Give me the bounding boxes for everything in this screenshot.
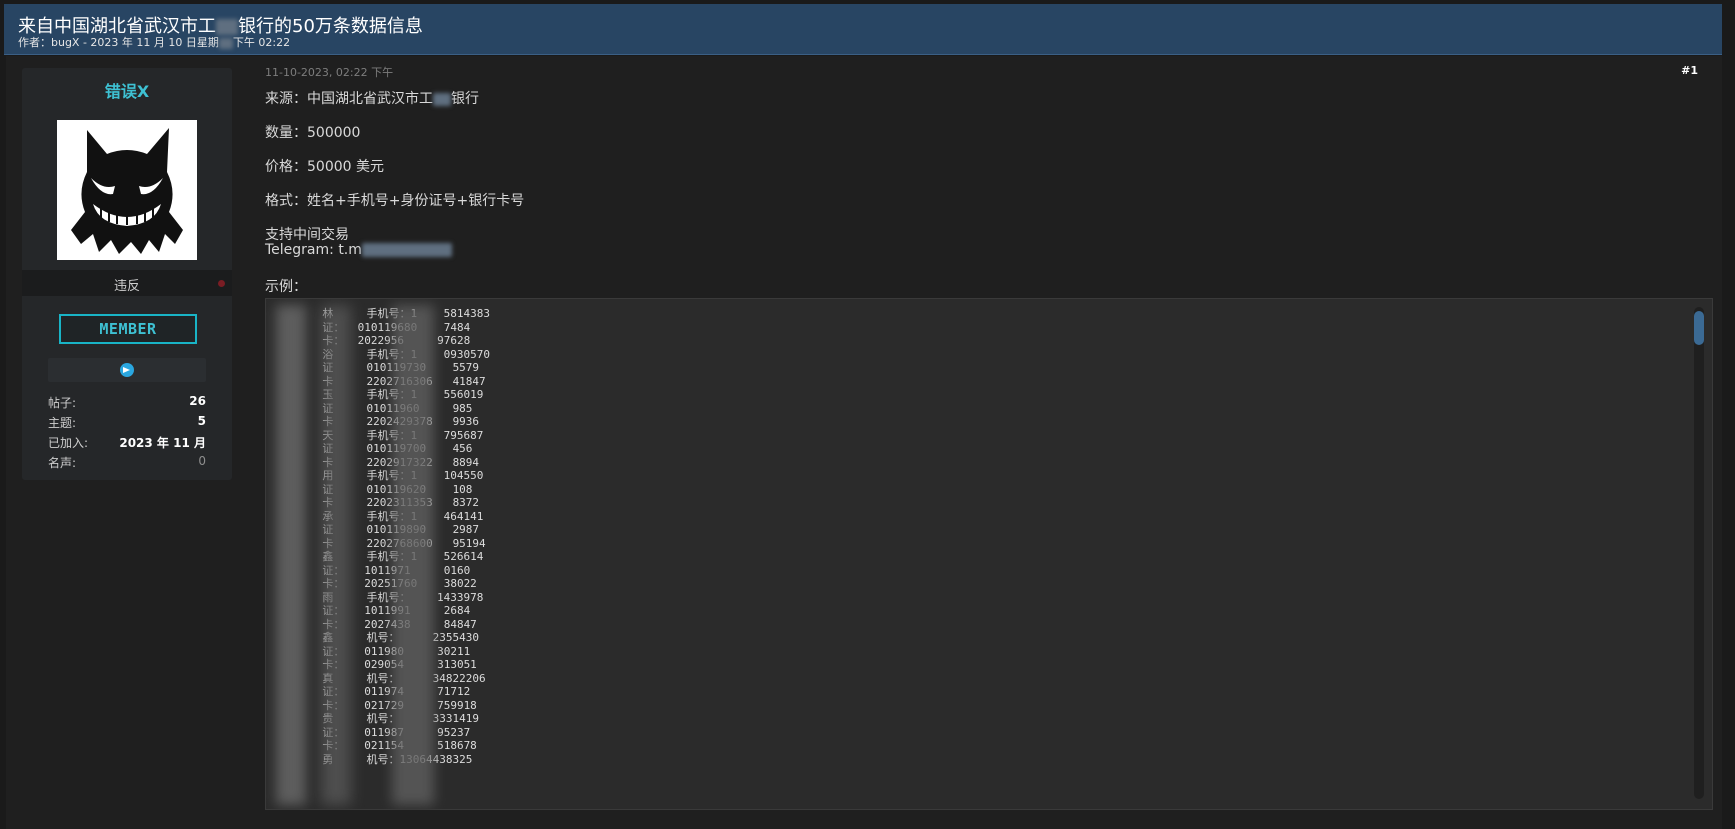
code-line: 浴 手机号：1 0930570	[276, 347, 490, 361]
username-link[interactable]: 错误X	[22, 78, 232, 102]
stat-posts: 帖子: 26	[48, 394, 206, 410]
code-line: 证 010119700 456	[276, 442, 473, 455]
code-line: 证： 011974 71712	[276, 685, 471, 698]
redaction-blur	[321, 305, 351, 805]
code-content: 林 手机号：1 5814383 证： 010119680 7484 卡： 202…	[276, 307, 490, 766]
user-card: 错误X 违反 MEMBER 帖子: 26 主题: 5 已加入: 2023 年 1…	[22, 68, 232, 480]
member-badge: MEMBER	[59, 314, 197, 344]
code-line: 证： 011980 30211	[276, 644, 471, 658]
code-line: 卡： 2027438 84847	[276, 617, 477, 631]
code-block[interactable]: 林 手机号：1 5814383 证： 010119680 7484 卡： 202…	[265, 298, 1713, 810]
code-line: 真 机号： 34822206	[276, 671, 486, 685]
redaction-blur	[218, 37, 233, 49]
code-line: 证： 1011971 0160	[276, 563, 471, 577]
post-example-label: 示例：	[265, 279, 307, 295]
redaction-blur	[216, 19, 238, 35]
code-line: 证 010119620 108	[276, 482, 473, 496]
code-line: 证 010119890 2987	[276, 523, 480, 536]
code-line: 玉 手机号：1 556019	[276, 388, 484, 401]
code-line: 天 手机号：1 795687	[276, 428, 484, 442]
post-quantity: 数量：500000	[265, 125, 361, 141]
stat-reputation: 名声: 0	[48, 454, 206, 470]
code-line: 用 手机号：1 104550	[276, 469, 484, 482]
code-line: 林 手机号：1 5814383	[276, 307, 490, 320]
post-price: 价格：50000 美元	[265, 159, 384, 175]
offline-status-icon	[218, 280, 225, 287]
code-line: 承 手机号：1 464141	[276, 509, 484, 523]
code-line: 证 010119730 5579	[276, 361, 480, 374]
code-line: 卡 2202716306 41847	[276, 374, 486, 388]
code-line: 卡 2202917322 8894	[276, 455, 480, 469]
code-line: 证： 010119680 7484	[276, 320, 471, 334]
post-date: 11-10-2023, 02:22 下午	[265, 66, 394, 79]
thread-header: 来自中国湖北省武汉市工 银行的50万条数据信息 作者：bugX - 2023 年 …	[4, 4, 1722, 55]
redaction-blur	[433, 92, 451, 106]
telegram-icon[interactable]	[120, 363, 134, 377]
code-line: 贵 机号： 3331419	[276, 712, 479, 725]
post-permalink[interactable]: #1	[1681, 64, 1698, 77]
code-line: 勇 机号：13064438325	[276, 752, 473, 766]
code-line: 鑫 手机号：1 526614	[276, 550, 484, 563]
post-telegram: Telegram: t.m	[265, 242, 452, 258]
code-line: 卡 2202768600 95194	[276, 536, 486, 550]
code-line: 鑫 机号： 2355430	[276, 631, 479, 644]
user-title: 违反	[113, 279, 140, 294]
redaction-blur	[392, 305, 434, 805]
code-line: 卡 2202311353 8372	[276, 496, 480, 509]
post-escrow: 支持中间交易	[265, 227, 349, 243]
stat-joined: 已加入: 2023 年 11 月	[48, 436, 206, 450]
code-line: 卡： 021729 759918	[276, 698, 477, 712]
thread-meta: 作者：bugX - 2023 年 11 月 10 日星期 下午 02:22	[18, 36, 291, 49]
contact-bar	[48, 358, 206, 382]
redaction-blur	[276, 305, 306, 805]
redaction-blur	[361, 243, 452, 257]
code-line: 证 01011960 985	[276, 401, 473, 415]
code-line: 卡 2202429378 9936	[276, 415, 480, 428]
usertitle-band: 违反	[22, 270, 232, 296]
stat-threads: 主题: 5	[48, 414, 206, 430]
code-line: 证： 011987 95237	[276, 725, 471, 739]
code-line: 证： 1011991 2684	[276, 604, 471, 617]
avatar[interactable]	[57, 120, 197, 260]
code-line: 卡： 2022956 97628	[276, 334, 471, 347]
post-source: 来源：中国湖北省武汉市工 银行	[265, 91, 479, 107]
code-line: 卡： 20251760 38022	[276, 577, 477, 590]
code-line: 雨 手机号： 1433978	[276, 590, 484, 604]
code-line: 卡： 029054 313051	[276, 658, 477, 671]
post-format: 格式：姓名+手机号+身份证号+银行卡号	[265, 193, 525, 209]
code-line: 卡： 021154 518678	[276, 739, 477, 752]
code-scrollbar-thumb[interactable]	[1694, 311, 1704, 345]
code-scrollbar[interactable]	[1694, 307, 1704, 799]
post-container: 错误X 违反 MEMBER 帖子: 26 主题: 5 已加入: 2023 年 1…	[6, 56, 1722, 829]
user-stats: 帖子: 26 主题: 5 已加入: 2023 年 11 月 名声: 0	[48, 394, 206, 474]
